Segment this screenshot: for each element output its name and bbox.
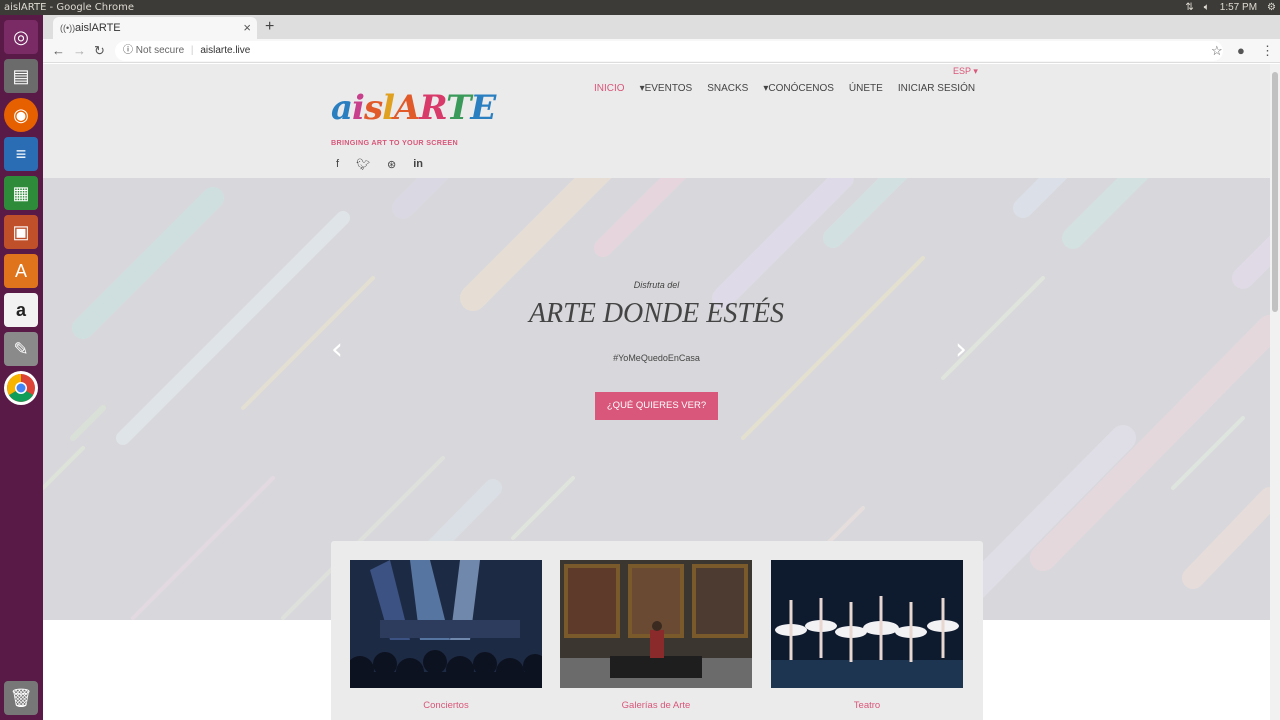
forward-button[interactable]: → (73, 42, 86, 60)
browser-toolbar: ← → ↻ ⓘ Not secure | aislarte.live ☆ ● ⋮ (43, 39, 1280, 63)
page-scrollbar[interactable] (1270, 64, 1280, 720)
card-caption[interactable]: Galerías de Arte (560, 700, 752, 711)
window-title: aislARTE - Google Chrome (4, 2, 135, 13)
clock[interactable]: 1:57 PM (1220, 0, 1257, 15)
gallery-image[interactable] (560, 560, 752, 688)
software-center-icon[interactable]: A (4, 254, 38, 288)
menu-kebab-icon[interactable]: ⋮ (1261, 42, 1274, 60)
main-nav: INICIO ▾EVENTOS SNACKS ▾CONÓCENOS ÚNETE … (594, 83, 990, 94)
web-page: ESP ▾ INICIO ▾EVENTOS SNACKS ▾CONÓCENOS … (43, 64, 1270, 720)
facebook-icon[interactable]: f (336, 158, 339, 171)
card-caption[interactable]: Teatro (771, 700, 963, 711)
nav-inicio[interactable]: INICIO (594, 83, 625, 94)
card-galerias[interactable]: Galerías de Arte (560, 560, 752, 711)
ubuntu-dash-icon[interactable]: ◎ (4, 20, 38, 54)
nav-eventos[interactable]: ▾EVENTOS (640, 83, 693, 94)
reload-button[interactable]: ↻ (94, 42, 105, 60)
card-caption[interactable]: Conciertos (350, 700, 542, 711)
new-tab-button[interactable]: + (265, 17, 274, 37)
files-icon[interactable]: ▤ (4, 59, 38, 93)
logo-wordmark: aislARTE (331, 88, 496, 128)
card-teatro[interactable]: Teatro (771, 560, 963, 711)
hero-kicker: Disfruta del (633, 280, 680, 290)
dribbble-icon[interactable]: ⊛ (387, 158, 396, 171)
ubuntu-launcher: ◎ ▤ ◉ ≡ ▦ ▣ A a ✎ 🗑︎ (0, 15, 43, 720)
amazon-icon[interactable]: a (4, 293, 38, 327)
card-conciertos[interactable]: Conciertos (350, 560, 542, 711)
trash-icon[interactable]: 🗑︎ (4, 681, 38, 715)
category-cards: Conciertos Galerías de Arte Teatro (331, 541, 983, 720)
logo-tagline: BRINGING ART TO YOUR SCREEN (331, 138, 458, 147)
bookmark-star-icon[interactable]: ☆ (1211, 42, 1223, 60)
social-links: f 🐦︎ ⊛ in (336, 158, 423, 171)
nav-snacks[interactable]: SNACKS (707, 83, 748, 94)
settings-icon[interactable]: ✎ (4, 332, 38, 366)
network-icon[interactable]: ⇅ (1185, 0, 1193, 15)
nav-unete[interactable]: ÚNETE (849, 83, 883, 94)
hero-hashtag: #YoMeQuedoEnCasa (613, 353, 700, 363)
calc-icon[interactable]: ▦ (4, 176, 38, 210)
nav-conocenos[interactable]: ▾CONÓCENOS (763, 83, 834, 94)
info-icon[interactable]: ⓘ (123, 45, 133, 56)
security-label: Not secure (135, 45, 185, 56)
twitter-icon[interactable]: 🐦︎ (356, 158, 370, 171)
close-tab-icon[interactable]: × (243, 17, 251, 39)
chrome-icon[interactable] (4, 371, 38, 405)
hero-cta-button[interactable]: ¿QUÉ QUIERES VER? (595, 392, 718, 420)
site-header: ESP ▾ INICIO ▾EVENTOS SNACKS ▾CONÓCENOS … (43, 64, 1270, 178)
language-selector[interactable]: ESP ▾ (953, 66, 978, 77)
ballet-image[interactable] (771, 560, 963, 688)
tab-title: aislARTE (75, 22, 121, 34)
nav-iniciar-sesion[interactable]: INICIAR SESIÓN (898, 83, 975, 94)
browser-tab-bar: ((•)) aislARTE × + (43, 15, 1280, 39)
hero-title: ARTE DONDE ESTÉS (528, 298, 785, 329)
concert-image[interactable] (350, 560, 542, 688)
linkedin-icon[interactable]: in (413, 158, 423, 171)
os-top-bar: aislARTE - Google Chrome ⇅ 🔈︎ 1:57 PM ⚙ (0, 0, 1280, 15)
url-text: aislarte.live (200, 45, 251, 56)
system-gear-icon[interactable]: ⚙ (1267, 0, 1276, 15)
volume-icon[interactable]: 🔈︎ (1204, 0, 1210, 15)
impress-icon[interactable]: ▣ (4, 215, 38, 249)
broadcast-icon: ((•)) (60, 23, 76, 33)
browser-tab[interactable]: ((•)) aislARTE × (53, 17, 257, 39)
back-button[interactable]: ← (52, 42, 65, 60)
profile-icon[interactable]: ● (1237, 42, 1245, 60)
writer-icon[interactable]: ≡ (4, 137, 38, 171)
site-logo[interactable]: aislARTE BRINGING ART TO YOUR SCREEN (331, 82, 496, 150)
address-bar[interactable]: ⓘ Not secure | aislarte.live (115, 41, 1223, 61)
firefox-icon[interactable]: ◉ (4, 98, 38, 132)
scrollbar-thumb[interactable] (1272, 72, 1278, 312)
